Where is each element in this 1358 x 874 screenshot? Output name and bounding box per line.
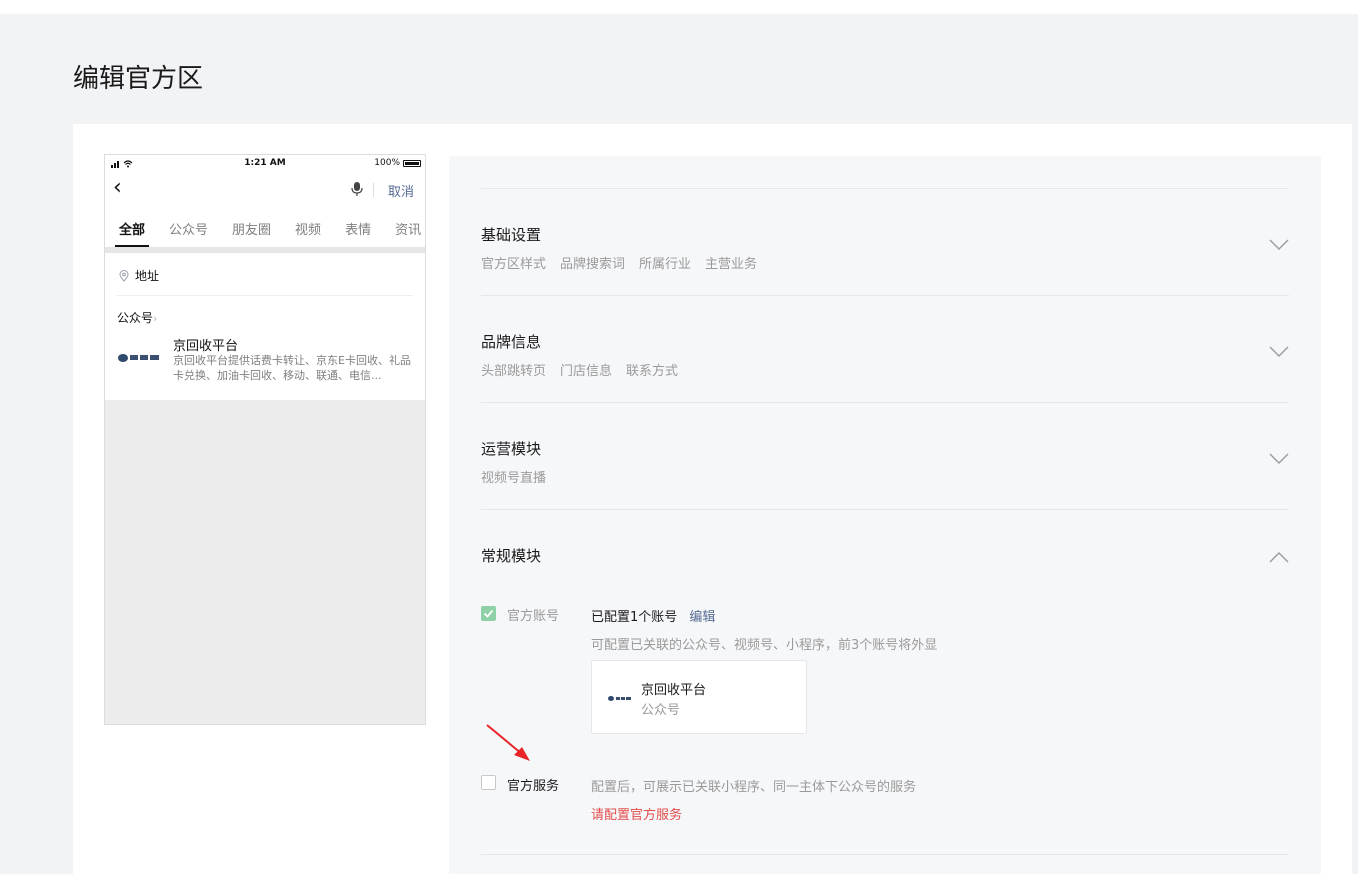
divider (481, 295, 1289, 296)
official-service-warning-link[interactable]: 请配置官方服务 (591, 804, 682, 823)
cancel-button[interactable]: 取消 (388, 181, 414, 200)
account-count-text: 已配置1个账号 (591, 610, 678, 625)
official-account-label: 官方账号 (507, 609, 560, 624)
section-title-basic[interactable]: 基础设置 (481, 224, 541, 245)
red-arrow-icon (486, 724, 530, 761)
battery-icon (403, 159, 421, 167)
account-logo-icon (118, 354, 159, 362)
phone-tabs: 全部 公众号 朋友圈 视频 表情 资讯 (105, 207, 425, 247)
battery-indicator: 100% (374, 158, 421, 168)
section-title-operation[interactable]: 运营模块 (481, 438, 541, 459)
gzh-section-label: 公众号 (117, 311, 154, 325)
official-account-checkbox[interactable] (481, 606, 496, 621)
section-title-regular[interactable]: 常规模块 (481, 545, 541, 566)
account-description: 京回收平台提供话费卡转让、京东E卡回收、礼品卡兑换、加油卡回收、移动、联通、电信… (173, 354, 411, 382)
tab-sticker[interactable]: 表情 (345, 207, 371, 247)
chevron-right-icon: › (153, 312, 158, 325)
subitem: 品牌搜索词 (560, 257, 626, 272)
subitem: 官方区样式 (481, 257, 547, 272)
section-subitems-operation: 视频号直播 (481, 467, 546, 486)
account-logo-icon (608, 696, 631, 701)
subitem: 门店信息 (560, 364, 613, 379)
search-separator (373, 183, 374, 197)
official-service-checkbox[interactable] (481, 775, 496, 790)
subitem: 所属行业 (639, 257, 692, 272)
tab-all[interactable]: 全部 (114, 207, 150, 247)
battery-percent: 100% (374, 158, 400, 168)
search-results: 地址 公众号› 京回收平台 京回收平台提供话费卡转让、京东E卡回收、礼品卡兑换、… (105, 253, 425, 400)
official-service-label: 官方服务 (507, 779, 560, 794)
tab-video[interactable]: 视频 (295, 207, 321, 247)
back-icon[interactable]: ‹ (113, 177, 122, 199)
phone-preview: 1:21 AM 100% ‹ 取消 全部 公众号 朋友圈 视频 表情 资讯 地址… (104, 154, 426, 725)
subitem: 主营业务 (705, 257, 758, 272)
tab-moments[interactable]: 朋友圈 (232, 207, 271, 247)
status-bar: 1:21 AM 100% (105, 155, 425, 173)
subitem: 联系方式 (626, 364, 679, 379)
official-account-hint: 可配置已关联的公众号、视频号、小程序，前3个账号将外显 (591, 638, 938, 653)
subitem: 视频号直播 (481, 471, 547, 486)
divider (481, 188, 1289, 189)
microphone-icon[interactable] (350, 181, 364, 197)
divider (481, 854, 1289, 855)
checkmark-icon (483, 609, 494, 618)
section-subitems-basic: 官方区样式 品牌搜索词 所属行业 主营业务 (481, 253, 757, 272)
chevron-down-icon[interactable] (1269, 346, 1289, 358)
page-title: 编辑官方区 (73, 64, 204, 94)
linked-account-type: 公众号 (641, 703, 681, 718)
account-name[interactable]: 京回收平台 (173, 335, 238, 354)
search-row: ‹ 取消 (105, 173, 425, 207)
edit-link[interactable]: 编辑 (689, 610, 715, 625)
linked-account-card[interactable]: 京回收平台 公众号 (591, 660, 807, 734)
tab-gzh[interactable]: 公众号 (169, 207, 208, 247)
official-account-status: 已配置1个账号 编辑 (591, 606, 715, 625)
location-pin-icon (119, 269, 129, 282)
chevron-down-icon[interactable] (1269, 239, 1289, 251)
top-bar (0, 0, 1358, 14)
linked-account-name: 京回收平台 (641, 683, 707, 698)
subitem: 头部跳转页 (481, 364, 547, 379)
divider (481, 509, 1289, 510)
address-row[interactable]: 地址 (119, 267, 159, 284)
chevron-up-icon[interactable] (1269, 551, 1289, 563)
tab-news[interactable]: 资讯 (395, 207, 421, 247)
chevron-down-icon[interactable] (1269, 453, 1289, 465)
section-subitems-brand: 头部跳转页 门店信息 联系方式 (481, 360, 678, 379)
official-service-hint: 配置后，可展示已关联小程序、同一主体下公众号的服务 (591, 780, 917, 795)
divider (481, 402, 1289, 403)
gzh-section-header[interactable]: 公众号› (117, 309, 157, 326)
divider (117, 295, 413, 296)
address-label: 地址 (135, 269, 160, 283)
section-title-brand[interactable]: 品牌信息 (481, 331, 541, 352)
